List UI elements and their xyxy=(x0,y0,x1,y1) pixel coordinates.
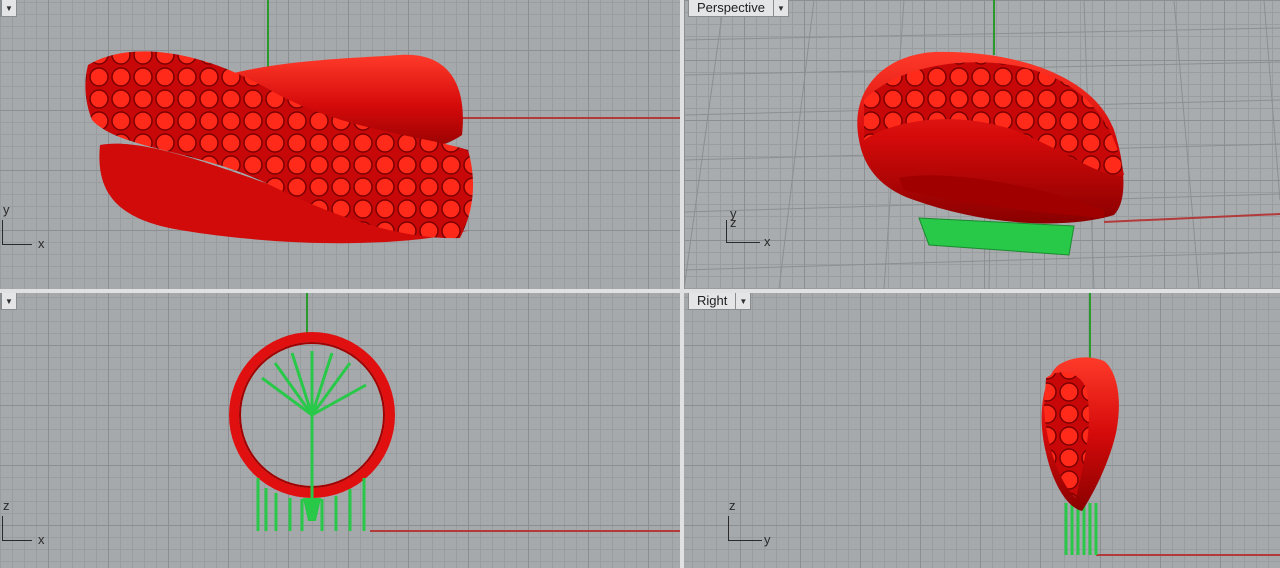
viewport-splitter-horizontal[interactable] xyxy=(0,289,1280,293)
viewport-top[interactable]: ▼ y x xyxy=(0,0,680,289)
axis-horizontal-label: y xyxy=(764,532,771,547)
viewport-tab-perspective[interactable]: Perspective ▼ xyxy=(688,0,789,17)
viewport-tab-front[interactable]: ▼ xyxy=(0,293,17,310)
axis-horizontal-label: x xyxy=(38,532,45,547)
viewport-splitter-vertical[interactable] xyxy=(680,0,684,568)
axis-horizontal-label: x xyxy=(38,236,45,251)
front-scene xyxy=(229,293,680,532)
support-structure xyxy=(1064,503,1098,555)
rhino-four-viewport-layout: ▼ y x Perspective ▼ y z x ▼ z x Right ▼ … xyxy=(0,0,1280,568)
axis-vertical-label: z xyxy=(3,498,10,513)
viewport-menu-icon[interactable]: ▼ xyxy=(1,293,16,309)
viewport-front[interactable]: ▼ z x xyxy=(0,293,680,568)
viewport-label: Right xyxy=(697,293,728,308)
viewport-perspective[interactable]: Perspective ▼ y z x xyxy=(684,0,1280,289)
axis-vertical-label: y xyxy=(3,202,10,217)
axis-indicator: z x xyxy=(0,496,60,547)
axis-horizontal-label: x xyxy=(764,234,771,249)
axis-vertical-label: z xyxy=(729,498,736,513)
axis-indicator: y x xyxy=(0,200,60,251)
viewport-tab-top[interactable]: ▼ xyxy=(0,0,17,17)
viewport-label: Perspective xyxy=(697,0,765,15)
x-axis-line xyxy=(1103,213,1280,223)
support-base xyxy=(303,498,321,521)
viewport-tab-right[interactable]: Right ▼ xyxy=(688,293,752,310)
viewport-right[interactable]: Right ▼ z y xyxy=(684,293,1280,568)
top-scene xyxy=(85,0,680,244)
viewport-menu-icon[interactable]: ▼ xyxy=(772,0,788,16)
axis-indicator: z y xyxy=(724,496,784,547)
axis-indicator: y z x xyxy=(720,206,780,256)
axis-depth-label: z xyxy=(730,215,737,230)
viewport-menu-icon[interactable]: ▼ xyxy=(735,293,750,309)
viewport-menu-icon[interactable]: ▼ xyxy=(1,0,16,16)
